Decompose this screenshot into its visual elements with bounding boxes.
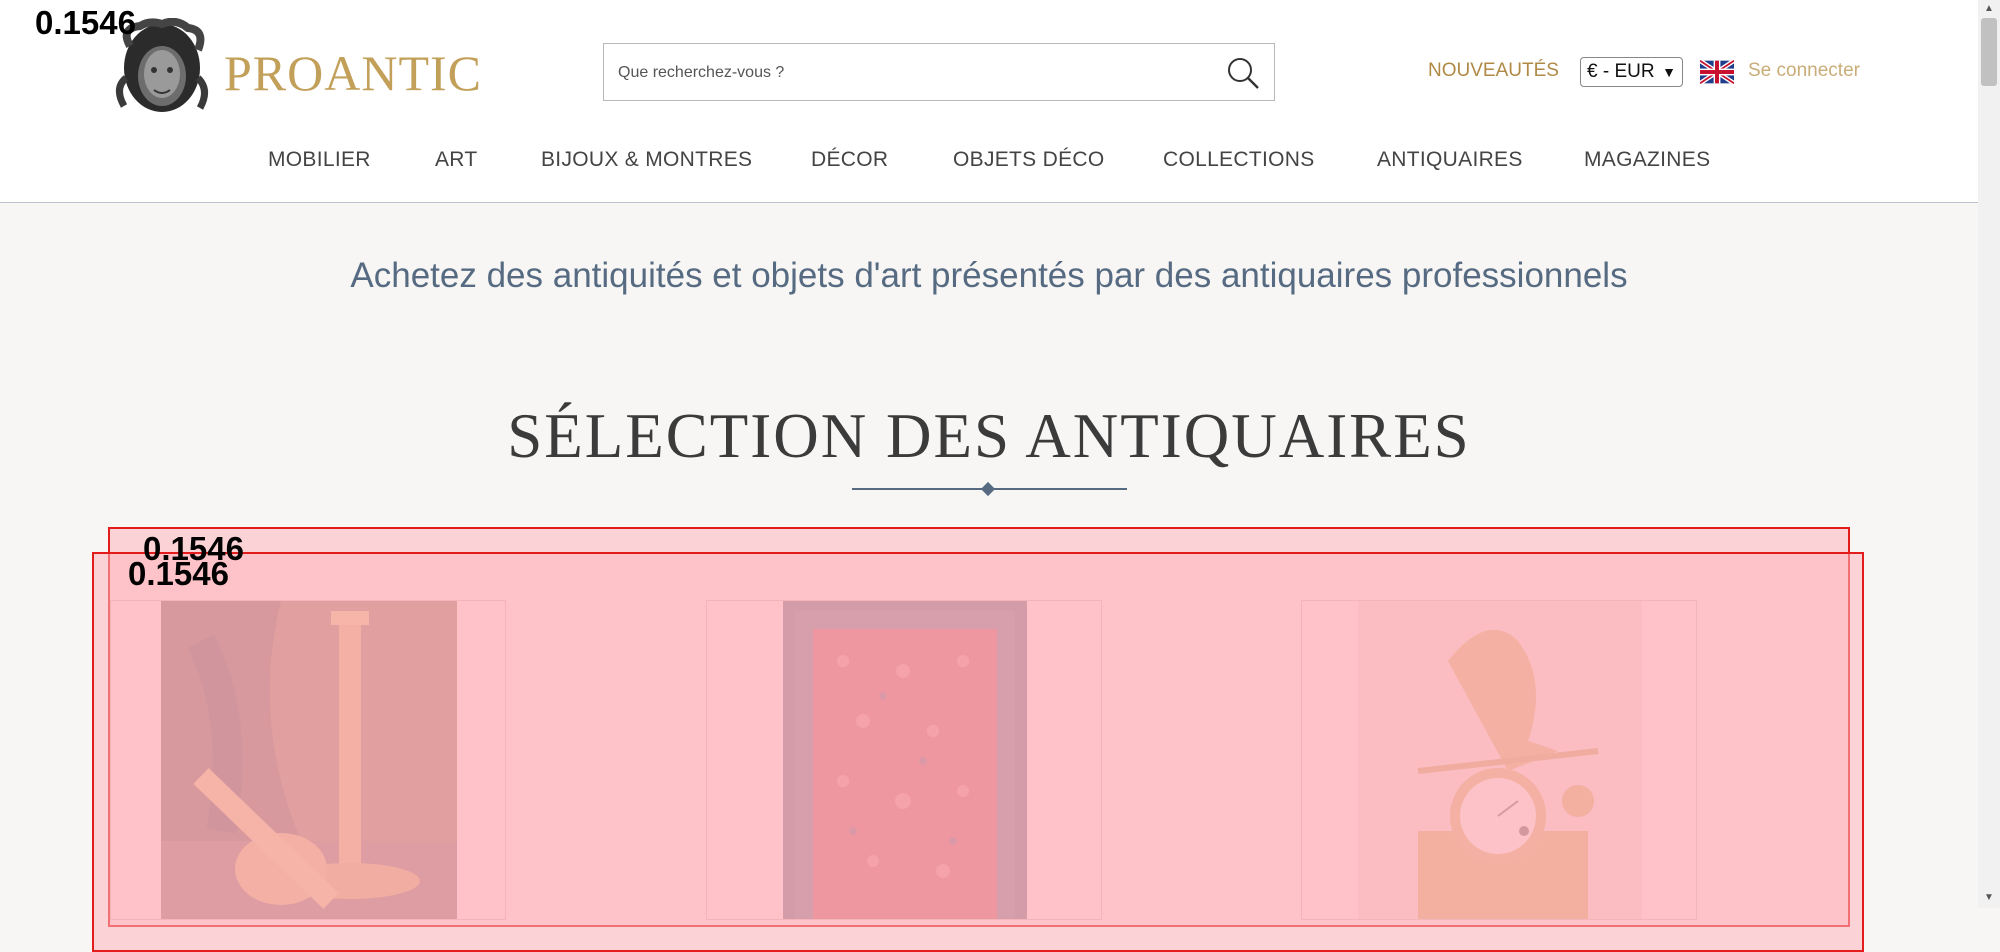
site-header: PROANTIC NOUVEAUTÉS € - EUR ▼ Se connect… [0, 0, 1978, 203]
login-link[interactable]: Se connecter [1748, 60, 1860, 82]
page-scrollbar[interactable]: ▲ ▼ [1978, 0, 2000, 908]
nav-item-magazines[interactable]: MAGAZINES [1584, 148, 1710, 172]
section-title: SÉLECTION DES ANTIQUAIRES [507, 401, 1471, 471]
uk-flag-icon[interactable] [1700, 60, 1734, 84]
scroll-down-icon[interactable]: ▼ [1984, 892, 1994, 903]
nav-item-bijoux-montres[interactable]: BIJOUX & MONTRES [541, 148, 752, 172]
nav-item-art[interactable]: ART [435, 148, 478, 172]
main-nav: MOBILIER ART BIJOUX & MONTRES DÉCOR OBJE… [0, 148, 1978, 178]
nav-item-mobilier[interactable]: MOBILIER [268, 148, 371, 172]
detection-score: 0.1546 [128, 555, 229, 592]
new-arrivals-link[interactable]: NOUVEAUTÉS [1428, 60, 1559, 82]
scrollbar-thumb[interactable] [1981, 18, 1997, 86]
search-icon[interactable] [1226, 56, 1260, 90]
nav-item-objets-deco[interactable]: OBJETS DÉCO [953, 148, 1105, 172]
nav-item-decor[interactable]: DÉCOR [811, 148, 888, 172]
page-tagline: Achetez des antiquités et objets d'art p… [350, 256, 1628, 295]
scroll-up-icon[interactable]: ▲ [1984, 3, 1994, 14]
search-input[interactable] [616, 58, 1200, 88]
detection-box [92, 552, 1864, 952]
brand-name[interactable]: PROANTIC [224, 44, 482, 102]
chevron-down-icon: ▼ [1662, 64, 1676, 80]
detection-score: 0.1546 [35, 4, 136, 41]
currency-select[interactable]: € - EUR ▼ [1580, 57, 1683, 87]
currency-value: € - EUR [1587, 61, 1655, 82]
search-box [603, 43, 1275, 101]
title-diamond-ornament [980, 481, 996, 497]
nav-item-collections[interactable]: COLLECTIONS [1163, 148, 1315, 172]
nav-item-antiquaires[interactable]: ANTIQUAIRES [1377, 148, 1523, 172]
